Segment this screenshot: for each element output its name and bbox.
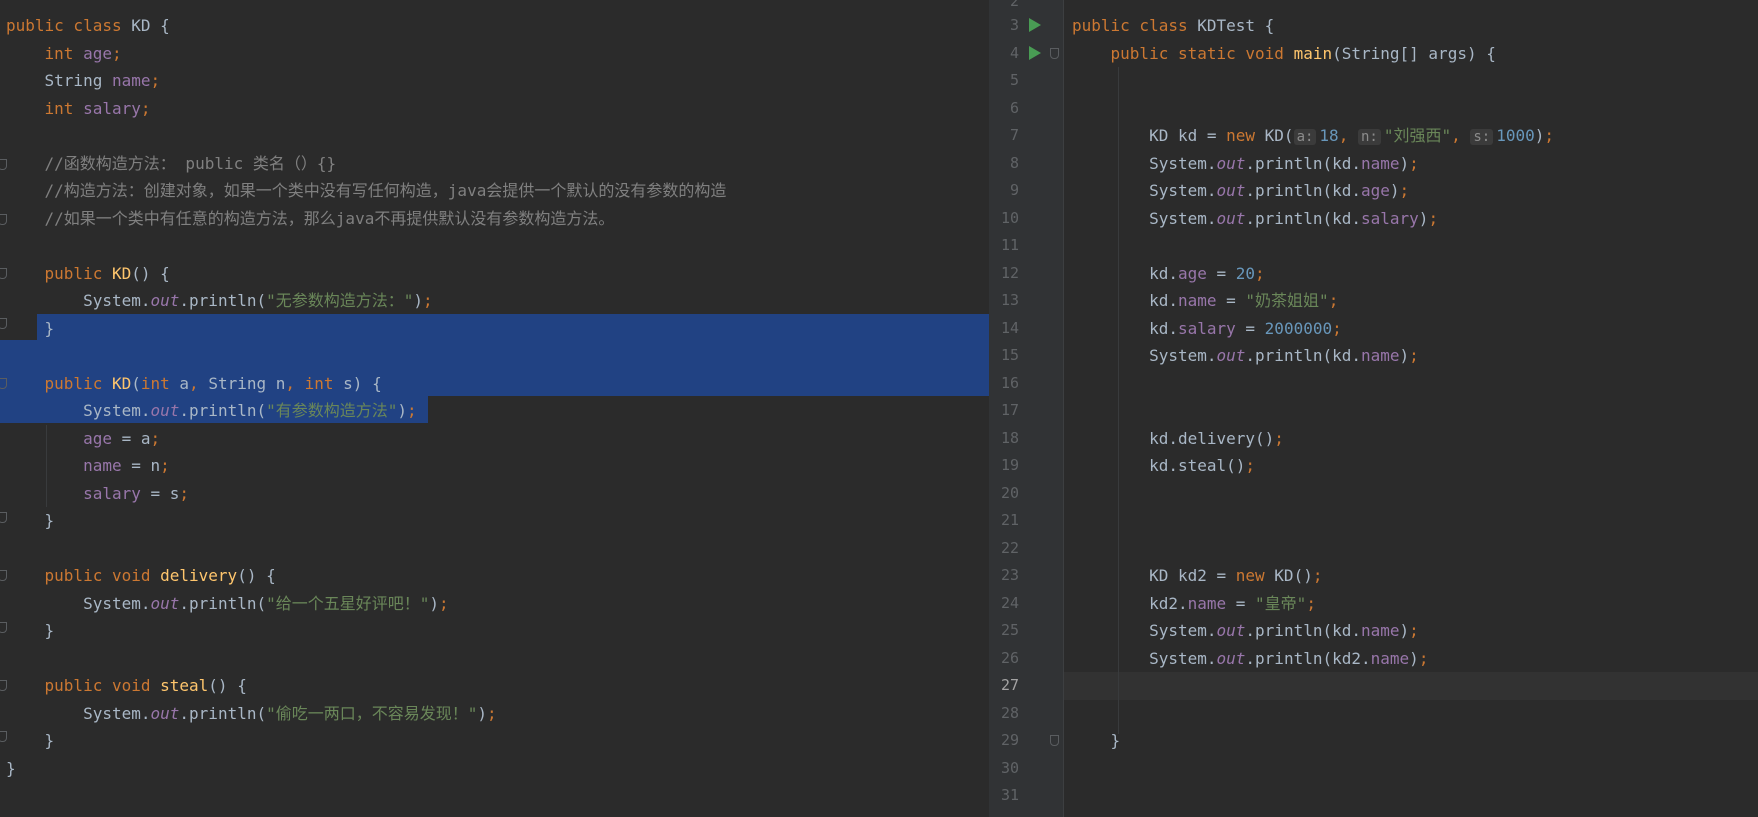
left-editor-pane[interactable]: public class KD { int age; String name; … [0, 0, 989, 817]
code-line[interactable]: System.out.println("给一个五星好评吧！"); [0, 590, 989, 618]
comment-text: //如果一个类中有任意的构造方法，那么java不再提供默认没有参数构造方法。 [44, 208, 615, 228]
code-line[interactable]: System.out.println("无参数构造方法："); [0, 287, 989, 315]
code-line[interactable]: System.out.println("偷吃一两口，不容易发现！"); [0, 700, 989, 728]
line-number: 30 [1000, 758, 1019, 777]
run-class-icon[interactable] [1029, 18, 1041, 32]
line-number: 21 [1000, 511, 1019, 529]
line-number: 19 [1000, 456, 1019, 474]
line-number: 18 [1000, 428, 1019, 447]
code-line[interactable]: kd.delivery(); [1064, 425, 1758, 453]
code-line[interactable]: salary = s; [0, 480, 989, 508]
line-number: 24 [1000, 593, 1019, 612]
line-number-gutter[interactable]: 2 3 4 5 6 7 8 9 10 11 12 13 14 15 16 17 … [989, 0, 1064, 817]
code-line[interactable]: System.out.println(kd.age); [1064, 177, 1758, 205]
code-line[interactable]: kd2.name = "皇帝"; [1064, 590, 1758, 618]
line-number: 31 [1000, 786, 1019, 804]
code-line[interactable]: public void delivery() { [0, 562, 989, 590]
code-line[interactable]: System.out.println(kd.name); [1064, 150, 1758, 178]
line-number: 25 [1000, 621, 1019, 639]
string-literal: "有参数构造方法" [266, 401, 398, 420]
code-line[interactable]: } [0, 727, 989, 755]
line-number: 16 [1000, 373, 1019, 392]
code-line[interactable]: System.out.println(kd2.name); [1064, 645, 1758, 673]
line-number: 5 [1009, 71, 1019, 89]
fold-icon[interactable] [1050, 735, 1059, 746]
code-line[interactable]: kd.salary = 2000000; [1064, 315, 1758, 343]
code-line[interactable]: KD kd2 = new KD(); [1064, 562, 1758, 590]
code-line[interactable]: kd.steal(); [1064, 452, 1758, 480]
code-line[interactable]: public KD() { [0, 260, 989, 288]
line-number-current: 27 [1000, 676, 1019, 694]
param-hint: n: [1357, 129, 1381, 145]
code-line[interactable]: public class KD { [0, 12, 989, 40]
code-comment[interactable]: //如果一个类中有任意的构造方法，那么java不再提供默认没有参数构造方法。 [0, 205, 989, 233]
line-number: 7 [1009, 126, 1019, 144]
code-line[interactable]: } [0, 507, 989, 535]
string-literal: "给一个五星好评吧！" [266, 593, 430, 613]
code-line[interactable]: KD kd = new KD(a: 18, n: "刘强西", s: 1000); [1064, 122, 1758, 150]
string-literal: "皇帝" [1255, 593, 1307, 613]
line-number: 29 [1000, 731, 1019, 749]
line-number: 3 [1009, 16, 1019, 34]
code-line[interactable]: } [0, 315, 989, 343]
number-literal: 2000000 [1264, 318, 1333, 338]
param-hint: a: [1293, 129, 1317, 145]
line-number: 12 [1000, 263, 1019, 282]
line-number: 15 [1000, 346, 1019, 364]
code-line[interactable]: public static void main(String[] args) { [1064, 40, 1758, 68]
number-literal: 20 [1235, 263, 1256, 283]
line-number: 13 [1000, 291, 1019, 309]
fold-icon[interactable] [1050, 48, 1059, 59]
code-line[interactable]: } [0, 617, 989, 645]
comment-text: //函数构造方法： public 类名（）{} [44, 153, 337, 173]
line-number: 20 [1000, 483, 1019, 502]
code-line[interactable]: age = a; [0, 425, 989, 453]
code-line[interactable]: kd.age = 20; [1064, 260, 1758, 288]
code-line[interactable]: int salary; [0, 95, 989, 123]
code-line[interactable]: kd.name = "奶茶姐姐"; [1064, 287, 1758, 315]
line-number: 11 [1000, 236, 1019, 254]
run-main-icon[interactable] [1029, 46, 1041, 60]
code-line[interactable]: System.out.println("有参数构造方法"); [0, 397, 989, 425]
code-line[interactable]: System.out.println(kd.name); [1064, 617, 1758, 645]
code-line[interactable]: } [1064, 727, 1758, 755]
class-name: KDTest [1197, 16, 1256, 35]
number-literal: 18 [1319, 126, 1339, 145]
line-number: 17 [1000, 401, 1019, 419]
line-number: 26 [1000, 648, 1019, 667]
string-literal: "奶茶姐姐" [1245, 291, 1329, 310]
right-editor-pane[interactable]: 2 3 4 5 6 7 8 9 10 11 12 13 14 15 16 17 … [989, 0, 1758, 817]
code-line[interactable]: public void steal() { [0, 672, 989, 700]
current-line-highlight [1064, 672, 1758, 700]
line-number: 22 [1000, 538, 1019, 557]
string-literal: "无参数构造方法：" [266, 291, 414, 310]
line-number: 6 [1009, 98, 1019, 117]
string-literal: "刘强西" [1383, 126, 1452, 145]
line-number: 10 [1000, 208, 1019, 227]
code-line[interactable]: System.out.println(kd.salary); [1064, 205, 1758, 233]
code-line[interactable]: System.out.println(kd.name); [1064, 342, 1758, 370]
code-line[interactable]: } [0, 755, 989, 783]
class-name: KD [131, 16, 151, 35]
code-line[interactable]: public class KDTest { [1064, 12, 1758, 40]
string-literal: "偷吃一两口，不容易发现！" [266, 703, 478, 723]
code-comment[interactable]: //构造方法：创建对象，如果一个类中没有写任何构造，java会提供一个默认的没有… [0, 177, 989, 205]
line-number: 4 [1009, 43, 1019, 62]
code-line[interactable]: name = n; [0, 452, 989, 480]
number-literal: 1000 [1496, 126, 1535, 145]
param-hint: s: [1470, 129, 1494, 145]
line-number: 28 [1000, 703, 1019, 722]
line-number: 23 [1000, 566, 1019, 584]
code-line[interactable]: String name; [0, 67, 989, 95]
code-comment[interactable]: //函数构造方法： public 类名（）{} [0, 150, 989, 178]
code-line[interactable]: int age; [0, 40, 989, 68]
line-number: 14 [1000, 318, 1019, 337]
line-number: 9 [1009, 181, 1019, 199]
comment-text: //构造方法：创建对象，如果一个类中没有写任何构造，java会提供一个默认的没有… [44, 181, 727, 200]
code-line[interactable]: public KD(int a, String n, int s) { [0, 370, 989, 398]
line-number: 8 [1009, 153, 1019, 172]
